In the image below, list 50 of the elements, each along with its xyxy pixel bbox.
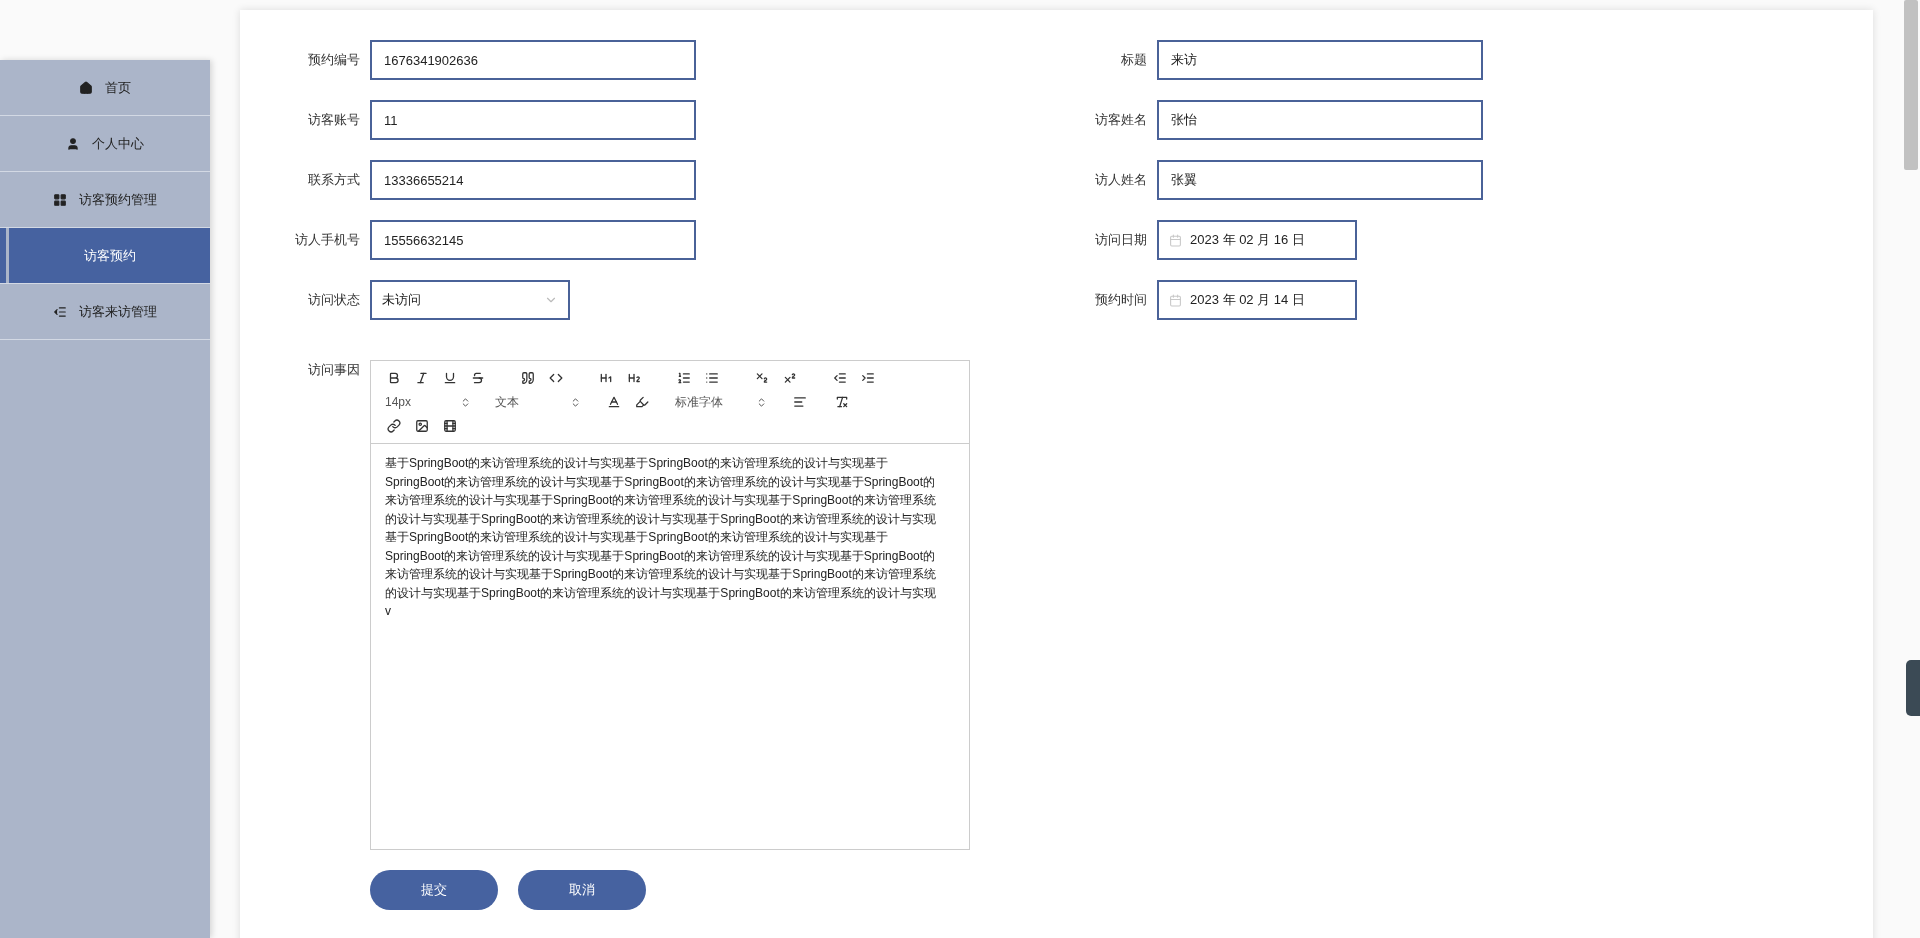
toolbar-select[interactable]: 14px [385,393,471,411]
field-label: 访人手机号 [294,231,360,250]
toolbar-select[interactable]: 文本 [495,393,581,411]
sidebar-item[interactable]: 访客来访管理 [0,284,210,339]
field-label: 联系方式 [307,171,360,190]
rich-text-editor[interactable] [370,360,970,850]
image-icon[interactable] [413,417,431,435]
date-value: 2023 年 02 月 16 日 [1190,231,1305,250]
grid-icon [53,192,67,207]
list-icon [53,304,67,319]
scrollbar-thumb[interactable] [1904,0,1918,170]
link-icon[interactable] [385,417,403,435]
input-field[interactable]: 来访 [1157,40,1483,80]
calendar-icon [1169,233,1182,247]
up-down-chevron-icon [570,396,581,408]
input-field[interactable]: 13336655214 [370,160,696,200]
sidebar-item[interactable]: 首页 [0,60,210,115]
quote-icon[interactable] [519,369,537,387]
calendar-icon [1169,293,1182,307]
input-field[interactable]: 张怡 [1157,100,1483,140]
select-field[interactable]: 未访问 [370,280,570,320]
field-label: 访客姓名 [1094,111,1147,130]
toolbar-select[interactable]: 标准字体 [675,393,767,411]
input-field[interactable]: 1676341902636 [370,40,696,80]
field-label: 预约编号 [307,51,360,70]
editor-content: 基于SpringBoot的来访管理系统的设计与实现基于SpringBoot的来访管理系统的设计与实现基于SpringBoot的来访管理系统的设计与实现基于SpringBoot的来访管理系统的设计与实现基于SpringBoot的来访管理系统的设计与实现基于SpringBoot的来访管理系统的设计与实现基于SpringBoot的来访管理系统的设计与实现基于SpringBoot的来访管理系统的设计与实现基于SpringBoot的来访管理系统的设计与实现基于SpringBoot的来访管理系统的设计与实现基于SpringBoot的来访管理系统的设计与实现基于SpringBoot的来访管理系统的设计与实现基于SpringBoot的来访管理系统的设计与实现基于SpringBoot的来访管理系统的设计与实现基于SpringBoot的来访管理系统的设计与实现基于SpringBoot的来访管理系统的设计与实现基于SpringBoot的来访管理系统的设计与实现基于SpringBoot的来访管理系统的设计与实现v [384,455,937,620]
field-label: 访问状态 [307,291,360,310]
input-field[interactable]: 张翼 [1157,160,1483,200]
sidebar-item[interactable]: 个人中心 [0,116,210,171]
field-label: 标题 [1120,51,1147,70]
form-button[interactable]: 提交 [370,870,498,910]
up-down-chevron-icon [460,396,471,408]
date-value: 2023 年 02 月 14 日 [1190,291,1305,310]
field-label: 访问事因 [307,361,360,379]
date-field[interactable]: 2023 年 02 月 16 日 [1157,220,1357,260]
field-label: 预约时间 [1094,291,1147,310]
user-icon [66,136,80,151]
video-icon[interactable] [441,417,459,435]
sidebar-item[interactable]: 访客预约管理 [0,172,210,227]
up-down-chevron-icon [756,396,767,408]
field-label: 访客账号 [307,111,360,130]
date-field[interactable]: 2023 年 02 月 14 日 [1157,280,1357,320]
form-button[interactable]: 取消 [518,870,646,910]
field-label: 访人姓名 [1094,171,1147,190]
home-icon [79,80,93,95]
input-field[interactable]: 11 [370,100,696,140]
field-label: 访问日期 [1094,231,1147,250]
select-value: 未访问 [382,291,421,310]
input-field[interactable]: 15556632145 [370,220,696,260]
sidebar-item[interactable]: 访客预约 [9,228,210,283]
